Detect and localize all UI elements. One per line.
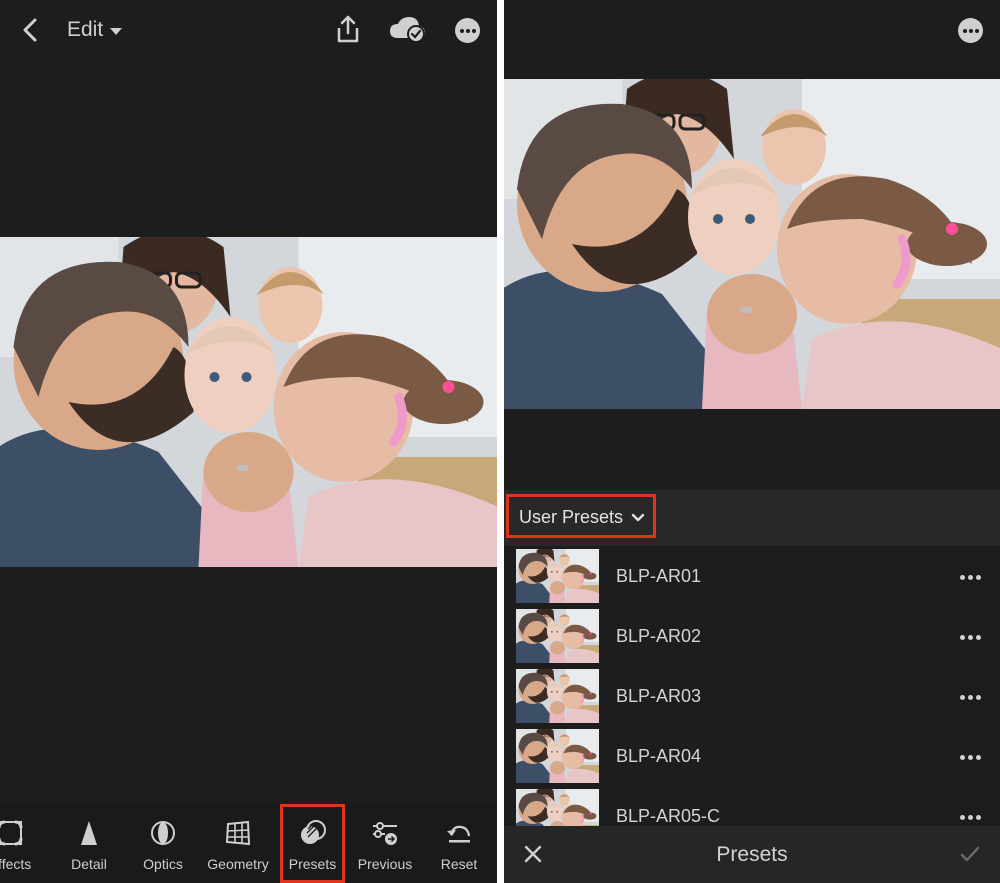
more-options-icon[interactable] — [958, 18, 983, 43]
edit-top-bar: Edit — [0, 0, 497, 62]
presets-screen: User Presets BLP-AR01 BLP-AR02 BLP-AR03 … — [504, 0, 1000, 883]
tool-previous[interactable]: Previous — [352, 804, 418, 883]
photo-preview — [504, 79, 1000, 409]
preset-row[interactable]: BLP-AR01 — [504, 546, 1000, 606]
chevron-down-icon — [631, 513, 645, 522]
preset-more-icon[interactable] — [960, 815, 982, 820]
tool-label: Reset — [440, 856, 478, 872]
preset-thumbnail — [516, 789, 599, 826]
tool-label: Previous — [357, 856, 413, 872]
preset-name: BLP-AR03 — [616, 686, 702, 706]
checkmark-icon[interactable] — [960, 845, 980, 863]
tool-reset[interactable]: Reset — [426, 804, 492, 883]
presets-circles-icon — [300, 820, 326, 844]
edit-mode-title[interactable]: Edit — [67, 18, 103, 42]
preset-row[interactable]: BLP-AR02 — [504, 606, 1000, 666]
grid-icon — [225, 820, 251, 846]
preset-name: BLP-AR02 — [616, 626, 702, 646]
caret-down-icon[interactable] — [109, 26, 123, 36]
edit-screen: Edit Effects Detail — [0, 0, 497, 883]
tool-label: Effects — [0, 856, 32, 872]
sharpen-triangle-icon — [81, 821, 97, 845]
sliders-previous-icon — [373, 822, 397, 845]
preset-thumbnail — [516, 669, 599, 723]
preset-more-icon[interactable] — [960, 635, 982, 640]
preset-more-icon[interactable] — [960, 695, 982, 700]
preset-thumbnail — [516, 729, 599, 783]
tool-optics[interactable]: Optics — [128, 804, 198, 883]
tool-label: Geometry — [207, 856, 269, 872]
cloud-synced-icon[interactable] — [388, 14, 428, 44]
preset-group-dropdown[interactable]: User Presets — [506, 494, 656, 538]
lens-icon — [151, 821, 175, 845]
preset-row[interactable]: BLP-AR03 — [504, 666, 1000, 726]
tool-label: Presets — [288, 856, 337, 872]
tool-label: Detail — [71, 856, 107, 872]
tool-label: Optics — [143, 856, 183, 872]
more-options-icon[interactable] — [455, 18, 480, 43]
tool-presets-selected[interactable]: Presets — [280, 804, 345, 883]
preset-name: BLP-AR04 — [616, 746, 702, 766]
preset-row[interactable]: BLP-AR05-C — [504, 786, 1000, 826]
preset-more-icon[interactable] — [960, 575, 982, 580]
tool-effects[interactable]: Effects — [0, 804, 50, 883]
share-icon[interactable] — [334, 14, 362, 44]
preset-thumbnail — [516, 549, 599, 603]
presets-footer-title: Presets — [716, 843, 788, 866]
preset-more-icon[interactable] — [960, 755, 982, 760]
preset-name: BLP-AR05-C — [616, 806, 721, 826]
tool-geometry[interactable]: Geometry — [202, 804, 274, 883]
preset-row[interactable]: BLP-AR04 — [504, 726, 1000, 786]
preset-list[interactable]: BLP-AR01 BLP-AR02 BLP-AR03 BLP-AR04 BLP-… — [504, 546, 1000, 826]
vignette-icon — [0, 820, 23, 846]
preset-name: BLP-AR01 — [616, 566, 702, 586]
preset-thumbnail — [516, 609, 599, 663]
undo-arrow-icon — [447, 825, 471, 843]
edit-toolbar: Effects Detail Optics Geometry — [0, 804, 497, 883]
tool-detail[interactable]: Detail — [54, 804, 124, 883]
photo-preview — [0, 237, 497, 567]
back-chevron-icon[interactable] — [18, 17, 44, 43]
preset-group-label: User Presets — [519, 507, 624, 527]
presets-footer-bar: Presets — [504, 826, 1000, 883]
